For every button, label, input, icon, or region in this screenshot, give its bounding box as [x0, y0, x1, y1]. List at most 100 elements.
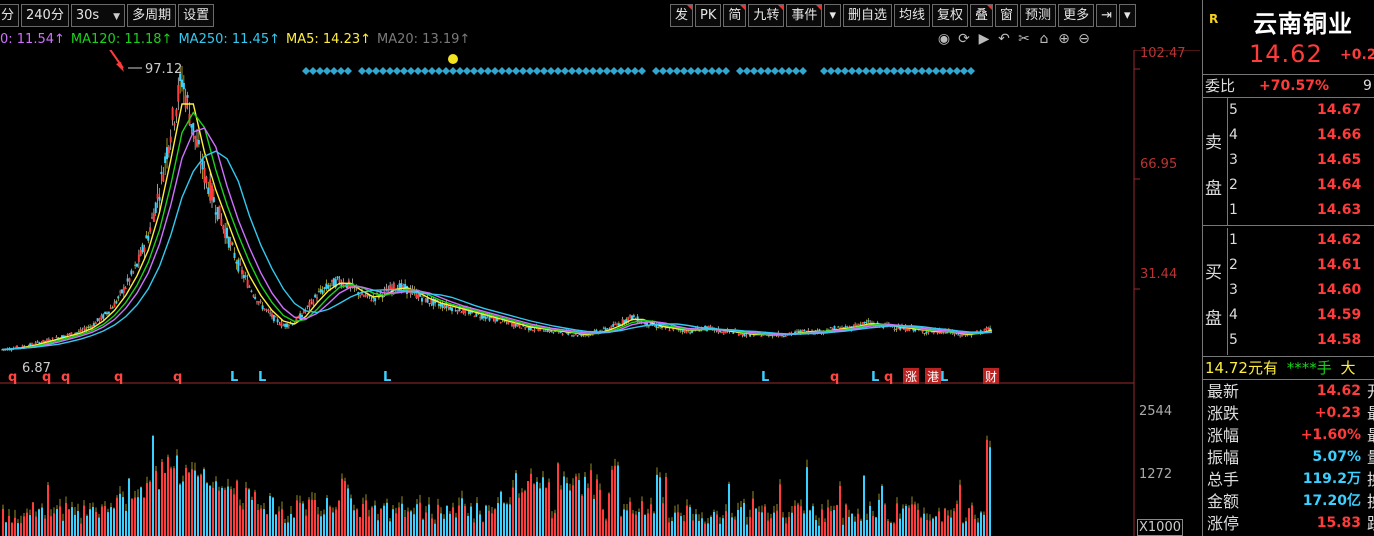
- toolbar-button[interactable]: 复权: [932, 4, 969, 27]
- period-button[interactable]: 设置: [178, 4, 215, 27]
- volume-bar: [950, 517, 952, 536]
- volume-bar: [533, 484, 535, 536]
- volume-bar: [311, 499, 313, 536]
- volume-bar: [635, 514, 637, 536]
- candle-body: [524, 327, 527, 329]
- toolbar-button[interactable]: 叠: [970, 4, 994, 27]
- volume-bar: [908, 507, 910, 536]
- period-button[interactable]: 多周期: [127, 4, 177, 27]
- candle-body: [226, 227, 228, 239]
- volume-bar: [446, 505, 448, 536]
- candle-body: [576, 335, 579, 337]
- volume-bar: [260, 508, 262, 536]
- volume-bar: [497, 503, 499, 536]
- stat-extra: 最: [1367, 402, 1374, 425]
- stat-label: 振幅: [1207, 448, 1240, 467]
- volume-bar: [527, 481, 529, 536]
- chevron-down-icon[interactable]: ▼: [113, 12, 120, 22]
- candle-body: [106, 312, 108, 315]
- toolbar-button[interactable]: 九转: [748, 4, 785, 27]
- candle-body: [831, 328, 834, 330]
- candle-body: [278, 324, 281, 326]
- toolbar-button[interactable]: 窗: [995, 4, 1019, 27]
- event-diamond: [407, 67, 415, 75]
- volume-bar: [47, 484, 49, 536]
- event-diamond: [540, 67, 548, 75]
- candle-body: [374, 297, 377, 302]
- candle-body: [895, 328, 898, 330]
- candle-body: [531, 330, 534, 332]
- undo-icon[interactable]: ↶: [996, 31, 1012, 47]
- volume-bar: [8, 516, 10, 536]
- volume-bar: [614, 465, 616, 536]
- candle-body: [239, 262, 242, 265]
- volume-bar: [338, 500, 340, 536]
- ma-legend-item: MA120: 11.18↑: [70, 32, 173, 47]
- toolbar-button[interactable]: 均线: [893, 4, 930, 27]
- volume-bar: [959, 484, 961, 536]
- zoom-out-icon[interactable]: ⊖: [1076, 31, 1092, 47]
- volume-bar: [812, 506, 814, 536]
- candle-body: [216, 206, 219, 220]
- eye-icon[interactable]: ◉: [936, 31, 952, 47]
- candle-body: [160, 171, 163, 175]
- candle-body: [244, 275, 247, 277]
- order-level: 4: [1229, 307, 1238, 323]
- volume-bar: [977, 522, 979, 536]
- toolbar-button[interactable]: 事件: [786, 4, 823, 27]
- event-diamond: [526, 67, 534, 75]
- zoom-in-icon[interactable]: ⊕: [1056, 31, 1072, 47]
- volume-bar: [581, 495, 583, 536]
- candle-body: [698, 330, 701, 332]
- toolbar-button[interactable]: 预测: [1020, 4, 1057, 27]
- chevron-down-icon[interactable]: ▾: [1118, 4, 1136, 27]
- volume-unit-label: X1000: [1137, 519, 1183, 536]
- toolbar-button[interactable]: 更多: [1058, 4, 1095, 27]
- scissors-icon[interactable]: ✂: [1016, 31, 1032, 47]
- toolbar-button[interactable]: 删自选: [842, 4, 892, 27]
- candle-body: [94, 322, 97, 325]
- volume-bar: [500, 491, 502, 536]
- candle-body: [231, 243, 234, 245]
- volume-bar: [164, 472, 166, 536]
- candle-body: [460, 312, 463, 314]
- chevron-down-icon[interactable]: ▾: [824, 4, 841, 27]
- play-icon[interactable]: ▶: [976, 31, 992, 47]
- event-diamond: [918, 67, 926, 75]
- candle-body: [784, 335, 787, 337]
- volume-bar: [83, 505, 85, 536]
- volume-axis-label: 1272: [1139, 467, 1173, 482]
- order-price: 14.64: [1317, 177, 1362, 193]
- volume-bar: [899, 518, 901, 536]
- stock-name[interactable]: 云南铜业: [1253, 4, 1353, 39]
- volume-bar: [944, 508, 946, 536]
- volume-bar: [644, 514, 646, 536]
- kline-chart[interactable]: 97.126.87q q q q q L L L Lq Lq L涨港财: [0, 50, 1200, 536]
- toolbar-button[interactable]: 简: [723, 4, 747, 27]
- period-button[interactable]: 240分: [21, 4, 69, 27]
- rotate-icon[interactable]: ⟳: [956, 31, 972, 47]
- volume-bar: [251, 499, 253, 536]
- volume-bar: [575, 476, 577, 536]
- volume-bar: [218, 490, 220, 536]
- period-button[interactable]: 分: [0, 4, 20, 27]
- pin-icon[interactable]: ⇥: [1096, 4, 1117, 27]
- event-diamond: [946, 67, 954, 75]
- candle-body: [533, 329, 536, 331]
- order-book-row: 3 14.65: [1229, 148, 1374, 173]
- event-diamond: [379, 67, 387, 75]
- volume-bar: [884, 504, 886, 536]
- event-diamond: [505, 67, 513, 75]
- volume-bar: [686, 505, 688, 536]
- candle-body: [194, 135, 197, 139]
- big-order-line: 14.72元有 ****手 大: [1203, 356, 1374, 380]
- volume-bar: [470, 506, 472, 536]
- candle-body: [844, 326, 847, 328]
- toolbar-button[interactable]: PK: [695, 4, 722, 27]
- toolbar-button[interactable]: 发: [670, 4, 694, 27]
- order-price: 14.62: [1317, 232, 1362, 248]
- lock-icon[interactable]: ⌂: [1036, 31, 1052, 47]
- period-button[interactable]: 30s ▼: [70, 4, 126, 27]
- candle-body: [482, 315, 485, 318]
- candle-body: [301, 314, 303, 318]
